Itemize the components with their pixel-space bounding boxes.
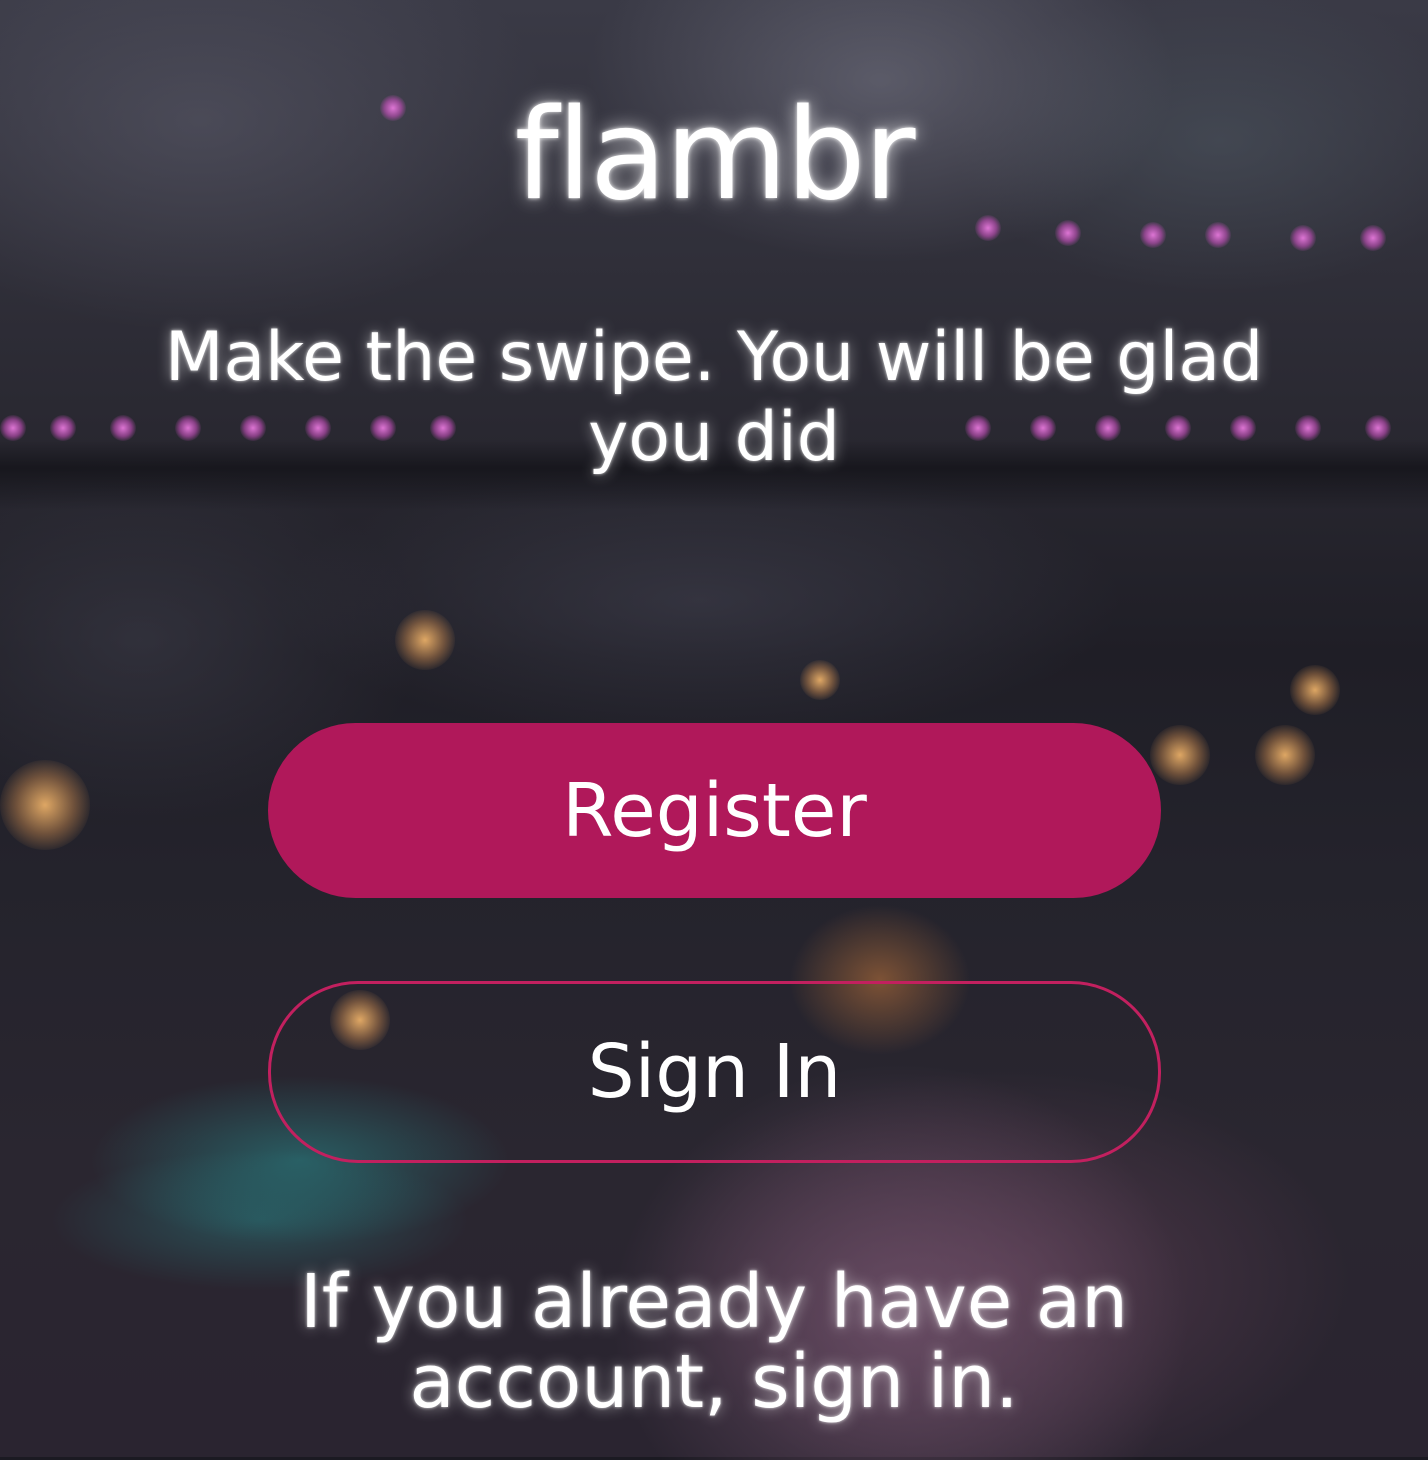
city-light bbox=[0, 760, 90, 850]
register-button[interactable]: Register bbox=[268, 723, 1161, 898]
bridge-light bbox=[1205, 222, 1231, 248]
register-button-label: Register bbox=[562, 767, 867, 854]
bridge-light bbox=[1055, 220, 1081, 246]
city-light bbox=[395, 610, 455, 670]
bridge-light bbox=[1140, 222, 1166, 248]
sign-in-button[interactable]: Sign In bbox=[268, 981, 1161, 1163]
bridge-light bbox=[1365, 415, 1391, 441]
tagline: Make the swipe. You will be glad you did bbox=[164, 318, 1264, 477]
city-light bbox=[800, 660, 840, 700]
bridge-light bbox=[1360, 225, 1386, 251]
city-light bbox=[1150, 725, 1210, 785]
bridge-light bbox=[975, 215, 1001, 241]
city-light bbox=[1290, 665, 1340, 715]
bridge-light bbox=[110, 415, 136, 441]
bridge-light bbox=[1290, 225, 1316, 251]
app-logo: flambr bbox=[514, 81, 915, 228]
sign-in-button-label: Sign In bbox=[587, 1029, 842, 1115]
bridge-light bbox=[0, 415, 26, 441]
sign-in-hint: If you already have an account, sign in. bbox=[299, 1259, 1129, 1425]
city-light bbox=[1255, 725, 1315, 785]
bridge-light bbox=[50, 415, 76, 441]
bridge-light bbox=[1295, 415, 1321, 441]
